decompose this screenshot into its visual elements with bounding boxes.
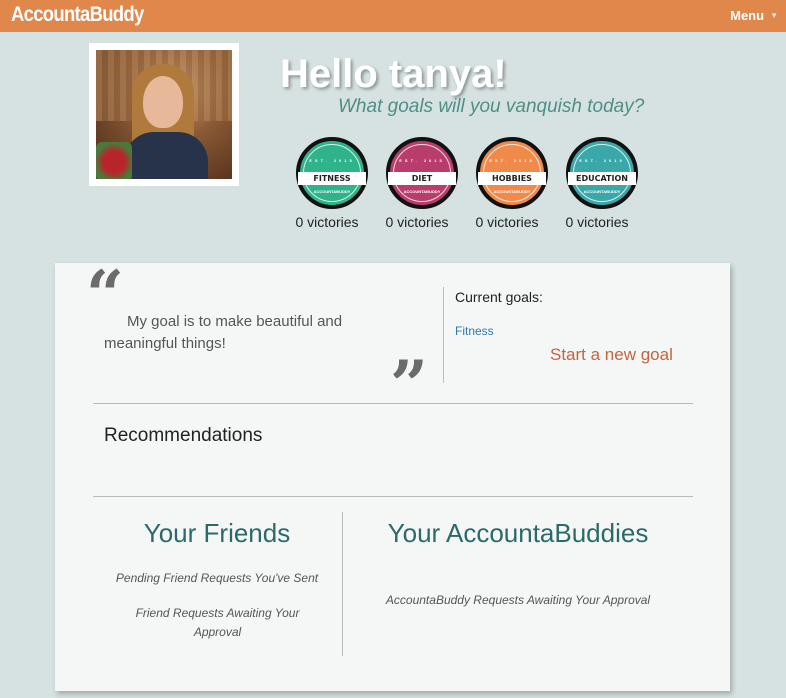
divider bbox=[443, 287, 444, 383]
badge-label: HOBBIES bbox=[478, 172, 546, 185]
awaiting-friend-requests-label: Friend Requests Awaiting Your Approval bbox=[135, 606, 300, 639]
divider bbox=[93, 403, 693, 404]
education-victories: 0 victories bbox=[565, 214, 629, 230]
goal-link-fitness[interactable]: Fitness bbox=[455, 324, 494, 338]
profile-photo bbox=[96, 50, 232, 179]
menu-label: Menu bbox=[730, 8, 765, 23]
hobbies-badge[interactable]: EST. 2015 HOBBIES ACCOUNTABUDDY bbox=[476, 137, 548, 209]
greeting-subtitle: What goals will you vanquish today? bbox=[338, 96, 645, 117]
start-new-goal-link[interactable]: Start a new goal bbox=[550, 345, 673, 365]
diet-victories: 0 victories bbox=[385, 214, 449, 230]
goal-quote: My goal is to make beautiful and meaning… bbox=[104, 313, 343, 352]
friends-heading: Your Friends bbox=[143, 518, 291, 548]
brand-logo[interactable]: AccountaBuddy bbox=[11, 3, 144, 27]
divider bbox=[93, 496, 693, 497]
badge-label: DIET bbox=[388, 172, 456, 185]
diet-badge[interactable]: EST. 2015 DIET ACCOUNTABUDDY bbox=[386, 137, 458, 209]
greeting-heading: Hello tanya! bbox=[280, 52, 507, 96]
profile-photo-frame bbox=[89, 43, 239, 186]
awaiting-buddy-requests-label: AccountaBuddy Requests Awaiting Your App… bbox=[385, 593, 651, 607]
menu-button[interactable]: Menu ▼ bbox=[730, 8, 778, 23]
close-quote-icon: ” bbox=[390, 346, 428, 424]
hobbies-victories: 0 victories bbox=[475, 214, 539, 230]
fitness-victories: 0 victories bbox=[295, 214, 359, 230]
accountabuddies-heading: Your AccountaBuddies bbox=[387, 518, 649, 548]
chevron-down-icon: ▼ bbox=[770, 11, 778, 20]
education-badge[interactable]: EST. 2015 EDUCATION ACCOUNTABUDDY bbox=[566, 137, 638, 209]
current-goals-label: Current goals: bbox=[455, 289, 543, 305]
recommendations-heading: Recommendations bbox=[104, 425, 263, 446]
badge-label: EDUCATION bbox=[568, 172, 636, 185]
pending-sent-requests-label: Pending Friend Requests You've Sent bbox=[115, 571, 319, 585]
badge-label: FITNESS bbox=[298, 172, 366, 185]
fitness-badge[interactable]: EST. 2015 FITNESS ACCOUNTABUDDY bbox=[296, 137, 368, 209]
top-nav-bar: AccountaBuddy Menu ▼ bbox=[0, 0, 786, 32]
